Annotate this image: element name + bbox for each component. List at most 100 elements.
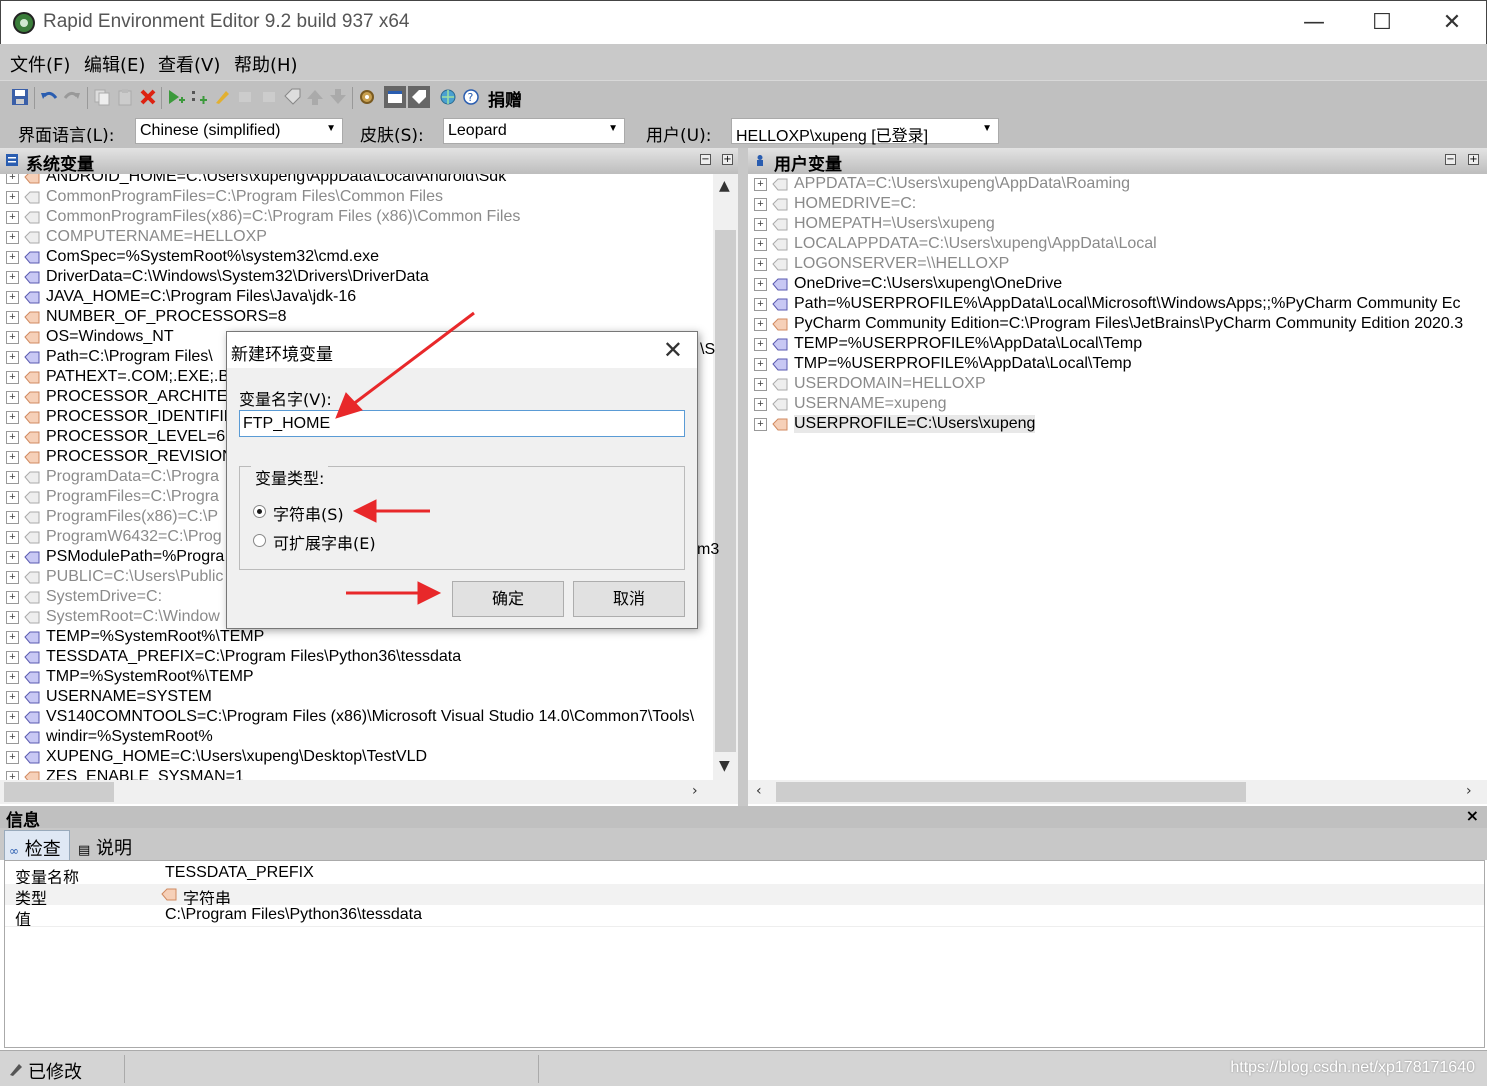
expand-icon[interactable]: + xyxy=(6,371,19,384)
variable-row[interactable]: + DriverData=C:\Windows\System32\Drivers\… xyxy=(0,268,713,288)
skin-select[interactable]: Leopard ▼ xyxy=(443,118,625,144)
variable-row[interactable]: + TMP=%SystemRoot%\TEMP xyxy=(0,668,713,688)
expand-icon[interactable]: + xyxy=(6,411,19,424)
expand-icon[interactable]: + xyxy=(6,231,19,244)
menu-file[interactable]: 文件(F) xyxy=(10,51,70,77)
expand-icon[interactable]: + xyxy=(6,191,19,204)
expand-all-button[interactable]: + xyxy=(722,154,733,165)
variable-row[interactable]: + HOMEDRIVE=C: xyxy=(748,195,1487,215)
expand-icon[interactable]: + xyxy=(6,691,19,704)
expand-icon[interactable]: + xyxy=(754,298,767,311)
help-icon[interactable]: ? xyxy=(462,88,480,106)
donate-button[interactable]: 捐赠 xyxy=(488,86,522,111)
expand-icon[interactable]: + xyxy=(754,398,767,411)
menu-view[interactable]: 查看(V) xyxy=(158,51,220,77)
user-variables-list[interactable]: + APPDATA=C:\Users\xupeng\AppData\Roaming… xyxy=(748,174,1487,780)
dialog-close-button[interactable]: ✕ xyxy=(663,336,683,364)
expand-icon[interactable]: + xyxy=(754,358,767,371)
variable-row[interactable]: + TEMP=%USERPROFILE%\AppData\Local\Temp xyxy=(748,335,1487,355)
collapse-all-button[interactable]: − xyxy=(1445,154,1456,165)
expand-icon[interactable]: + xyxy=(754,418,767,431)
globe-icon[interactable] xyxy=(439,88,457,106)
system-horizontal-scrollbar[interactable]: › xyxy=(0,780,738,804)
add-variable-icon[interactable] xyxy=(167,88,185,106)
expand-icon[interactable]: + xyxy=(754,238,767,251)
expand-icon[interactable]: + xyxy=(6,551,19,564)
expand-icon[interactable]: + xyxy=(6,631,19,644)
variable-row[interactable]: + ComSpec=%SystemRoot%\system32\cmd.exe xyxy=(0,248,713,268)
variable-row[interactable]: + ANDROID_HOME=C:\Users\xupeng\AppData\Lo… xyxy=(0,174,713,188)
expand-icon[interactable]: + xyxy=(6,531,19,544)
copy-icon[interactable] xyxy=(93,88,111,106)
variable-row[interactable]: + VS140COMNTOOLS=C:\Program Files (x86)\M… xyxy=(0,708,713,728)
save-icon[interactable] xyxy=(11,88,29,106)
info-close-button[interactable]: × xyxy=(1466,806,1479,825)
expand-icon[interactable]: + xyxy=(6,351,19,364)
collapse-all-button[interactable]: − xyxy=(700,154,711,165)
expand-icon[interactable]: + xyxy=(6,651,19,664)
tab-inspect[interactable]: ∞ 检查 xyxy=(4,830,70,860)
variable-row[interactable]: + USERDOMAIN=HELLOXP xyxy=(748,375,1487,395)
variable-row[interactable]: + USERPROFILE=C:\Users\xupeng xyxy=(748,415,1487,435)
variable-row[interactable]: + CommonProgramFiles(x86)=C:\Program File… xyxy=(0,208,713,228)
paste-icon[interactable] xyxy=(116,88,134,106)
variable-row[interactable]: + TESSDATA_PREFIX=C:\Program Files\Python… xyxy=(0,648,713,668)
expand-icon[interactable]: + xyxy=(6,491,19,504)
expand-icon[interactable]: + xyxy=(6,211,19,224)
scroll-right-icon[interactable]: › xyxy=(692,783,698,799)
tag-icon[interactable] xyxy=(283,88,301,106)
ok-button[interactable]: 确定 xyxy=(452,581,564,617)
view-icon[interactable] xyxy=(384,86,406,108)
scroll-thumb[interactable] xyxy=(715,230,736,752)
expand-icon[interactable]: + xyxy=(6,271,19,284)
minimize-button[interactable]: — xyxy=(1299,9,1329,37)
variable-row[interactable]: + PyCharm Community Edition=C:\Program Fi… xyxy=(748,315,1487,335)
scroll-right-icon[interactable]: › xyxy=(1466,783,1472,799)
variable-row[interactable]: + CommonProgramFiles=C:\Program Files\Com… xyxy=(0,188,713,208)
expand-icon[interactable]: + xyxy=(6,571,19,584)
variable-row[interactable]: + USERNAME=xupeng xyxy=(748,395,1487,415)
expand-icon[interactable]: + xyxy=(6,174,19,184)
expand-icon[interactable]: + xyxy=(754,218,767,231)
scroll-thumb[interactable] xyxy=(776,782,1246,802)
variable-row[interactable]: + APPDATA=C:\Users\xupeng\AppData\Roaming xyxy=(748,175,1487,195)
expand-icon[interactable]: + xyxy=(754,258,767,271)
expand-icon[interactable]: + xyxy=(6,711,19,724)
expand-icon[interactable]: + xyxy=(6,291,19,304)
user-horizontal-scrollbar[interactable]: ‹ › xyxy=(748,780,1487,804)
redo-icon[interactable] xyxy=(63,88,81,106)
expand-icon[interactable]: + xyxy=(6,391,19,404)
expand-icon[interactable]: + xyxy=(6,771,19,780)
move-up-icon[interactable] xyxy=(306,88,324,106)
variable-row[interactable]: + LOGONSERVER=\\HELLOXP xyxy=(748,255,1487,275)
edit-icon[interactable] xyxy=(213,88,231,106)
close-button[interactable]: ✕ xyxy=(1437,9,1467,37)
variable-row[interactable]: + TEMP=%SystemRoot%\TEMP xyxy=(0,628,713,648)
expand-icon[interactable]: + xyxy=(6,451,19,464)
expand-icon[interactable]: + xyxy=(754,198,767,211)
variable-row[interactable]: + TMP=%USERPROFILE%\AppData\Local\Temp xyxy=(748,355,1487,375)
add-value-icon[interactable] xyxy=(190,88,208,106)
expand-icon[interactable]: + xyxy=(6,591,19,604)
expand-icon[interactable]: + xyxy=(6,671,19,684)
variable-row[interactable]: + XUPENG_HOME=C:\Users\xupeng\Desktop\Tes… xyxy=(0,748,713,768)
scroll-thumb[interactable] xyxy=(4,782,114,802)
menu-help[interactable]: 帮助(H) xyxy=(234,51,298,77)
expand-all-button[interactable]: + xyxy=(1468,154,1479,165)
variable-name-input[interactable] xyxy=(239,410,685,437)
maximize-button[interactable]: ☐ xyxy=(1367,9,1397,37)
undo-icon[interactable] xyxy=(40,88,58,106)
system-vertical-scrollbar[interactable]: ▲ ▼ xyxy=(713,174,738,780)
scroll-left-icon[interactable]: ‹ xyxy=(756,783,762,799)
scroll-up-icon[interactable]: ▲ xyxy=(719,178,730,194)
expand-icon[interactable]: + xyxy=(6,611,19,624)
expand-icon[interactable]: + xyxy=(6,331,19,344)
variable-row[interactable]: + JAVA_HOME=C:\Program Files\Java\jdk-16 xyxy=(0,288,713,308)
variable-row[interactable]: + LOCALAPPDATA=C:\Users\xupeng\AppData\Lo… xyxy=(748,235,1487,255)
variable-row[interactable]: + NUMBER_OF_PROCESSORS=8 xyxy=(0,308,713,328)
paste-value-icon[interactable] xyxy=(260,88,278,106)
expand-icon[interactable]: + xyxy=(6,251,19,264)
variable-row[interactable]: + Path=%USERPROFILE%\AppData\Local\Micros… xyxy=(748,295,1487,315)
settings-icon[interactable] xyxy=(358,88,376,106)
variable-row[interactable]: + ZES_ENABLE_SYSMAN=1 xyxy=(0,768,713,780)
